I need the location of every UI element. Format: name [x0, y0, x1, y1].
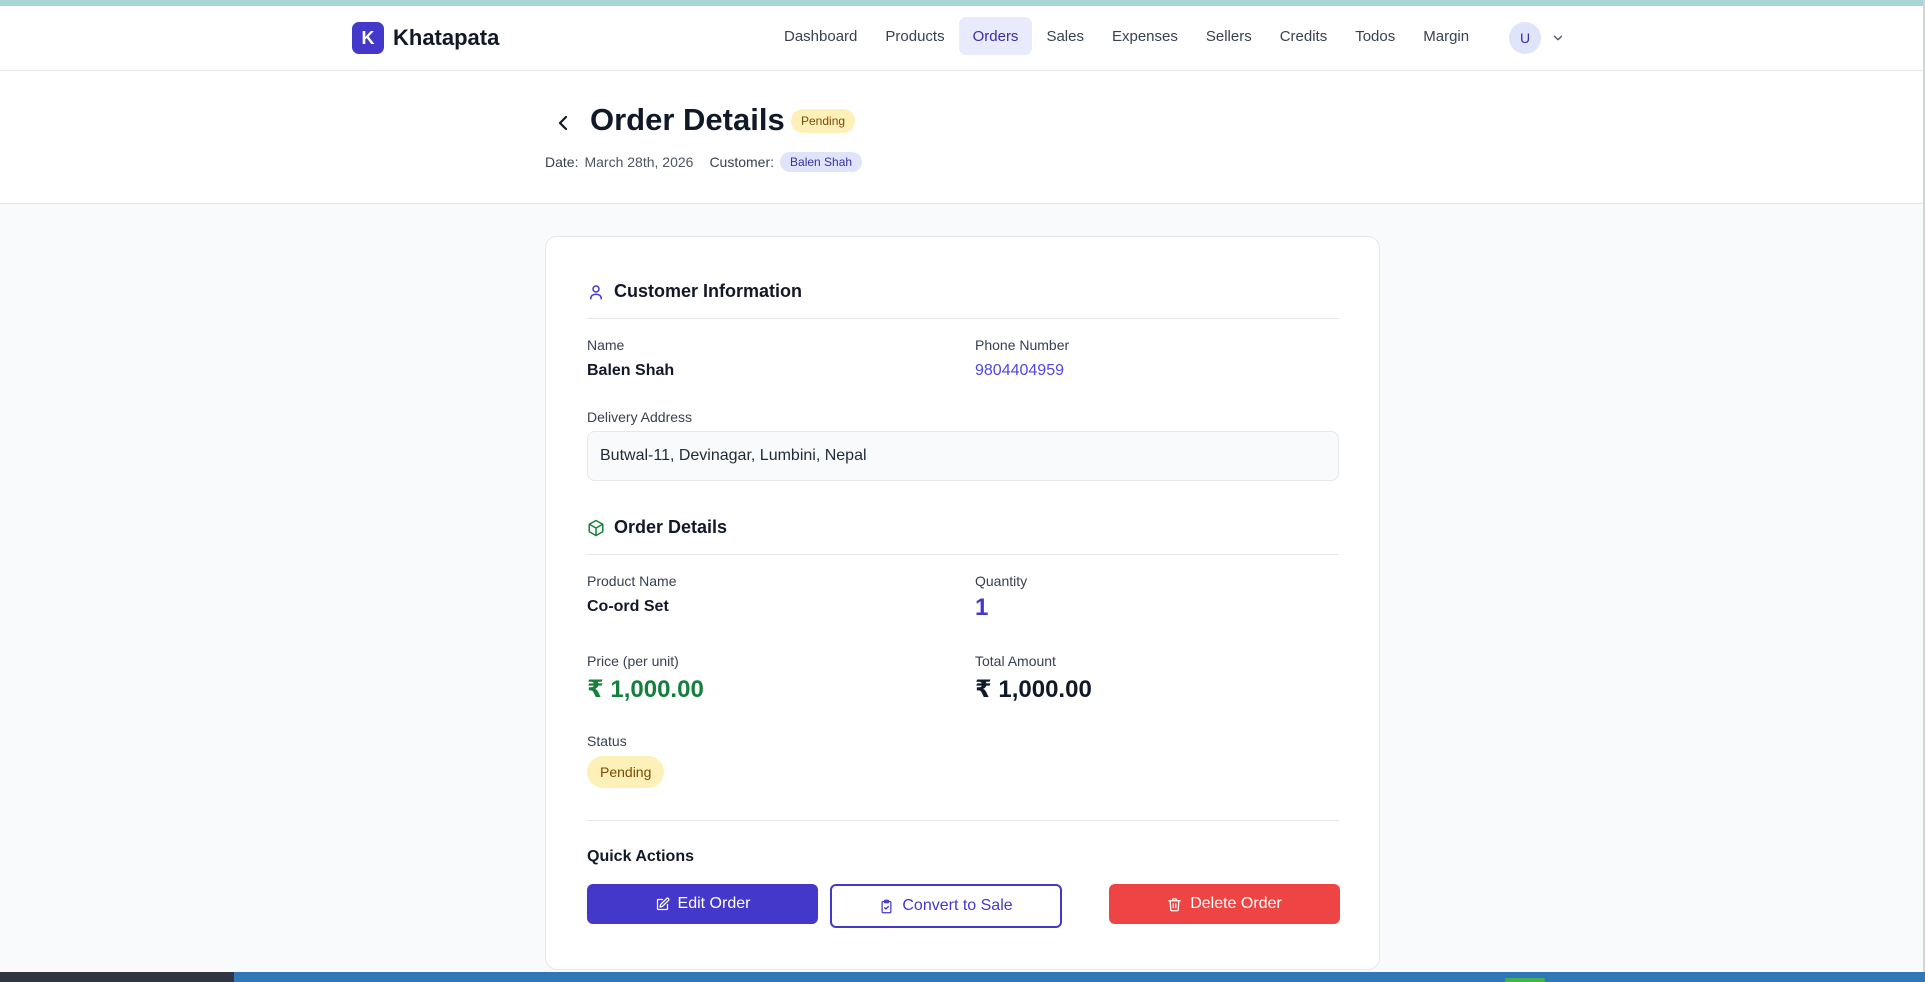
nav-products[interactable]: Products [871, 17, 958, 55]
nav-expenses[interactable]: Expenses [1098, 17, 1192, 55]
nav-sales[interactable]: Sales [1032, 17, 1098, 55]
customer-chip: Balen Shah [780, 152, 863, 172]
nav-dashboard[interactable]: Dashboard [770, 17, 871, 55]
total-label: Total Amount [975, 653, 1056, 669]
order-details-title: Order Details [614, 517, 728, 537]
back-arrow-icon[interactable] [551, 111, 575, 135]
address-label: Delivery Address [587, 409, 693, 425]
customer-info-header: Customer Information [587, 281, 802, 302]
top-navbar: K Khatapata Dashboard Products Orders Sa… [0, 6, 1925, 71]
order-meta: Date: March 28th, 2026 Customer: Balen S… [545, 152, 863, 172]
name-label: Name [587, 337, 625, 353]
trash-icon [1168, 897, 1181, 911]
nav-orders[interactable]: Orders [958, 17, 1033, 55]
user-menu[interactable]: U [1509, 22, 1565, 54]
delete-order-button[interactable]: Delete Order [1109, 884, 1340, 924]
quantity-label: Quantity [975, 573, 1028, 589]
status-label: Status [587, 733, 627, 749]
address-box: Butwal-11, Devinagar, Lumbini, Nepal [587, 431, 1339, 481]
price-label: Price (per unit) [587, 653, 679, 669]
convert-to-sale-label: Convert to Sale [902, 897, 1013, 914]
name-value: Balen Shah [587, 362, 675, 379]
nav-todos[interactable]: Todos [1341, 17, 1409, 55]
product-value: Co-ord Set [587, 598, 669, 615]
brand-logo: K [352, 22, 384, 54]
phone-link[interactable]: 9804404959 [975, 362, 1064, 380]
edit-icon [656, 897, 669, 910]
page-title: Order Details [590, 102, 785, 137]
date-value: March 28th, 2026 [584, 154, 694, 170]
taskbar-band [234, 972, 1925, 982]
user-icon [590, 284, 602, 299]
delete-order-label: Delete Order [1190, 895, 1282, 912]
nav-margin[interactable]: Margin [1409, 17, 1483, 55]
chevron-down-icon[interactable] [1551, 31, 1565, 45]
main-nav: Dashboard Products Orders Sales Expenses… [770, 17, 1483, 55]
total-value: ₹ 1,000.00 [975, 676, 1092, 703]
quantity-value: 1 [975, 594, 989, 621]
taskbar-indicator [1505, 978, 1545, 982]
status-badge: Pending [791, 109, 856, 133]
price-value: ₹ 1,000.00 [587, 676, 704, 703]
divider [587, 820, 1339, 821]
page-header: Order Details Pending Date: March 28th, … [0, 71, 1925, 204]
customer-info-title: Customer Information [614, 281, 803, 301]
edit-order-label: Edit Order [677, 895, 751, 912]
brand[interactable]: K Khatapata [352, 22, 499, 54]
clipboard-check-icon [881, 899, 892, 913]
order-card: Customer Information Name Balen Shah Pho… [545, 236, 1380, 970]
nav-credits[interactable]: Credits [1266, 17, 1342, 55]
avatar[interactable]: U [1509, 22, 1541, 54]
quick-actions-title: Quick Actions [587, 848, 694, 865]
package-icon [588, 519, 604, 536]
status-pill: Pending [587, 756, 665, 788]
product-label: Product Name [587, 573, 677, 589]
phone-label: Phone Number [975, 337, 1070, 353]
order-details-header: Order Details [587, 517, 727, 538]
nav-sellers[interactable]: Sellers [1192, 17, 1266, 55]
customer-label: Customer: [709, 154, 775, 170]
brand-name: Khatapata [393, 25, 500, 50]
convert-to-sale-button[interactable]: Convert to Sale [830, 884, 1062, 928]
divider [587, 318, 1339, 319]
divider [587, 554, 1339, 555]
edit-order-button[interactable]: Edit Order [587, 884, 818, 924]
date-label: Date: [545, 154, 579, 170]
